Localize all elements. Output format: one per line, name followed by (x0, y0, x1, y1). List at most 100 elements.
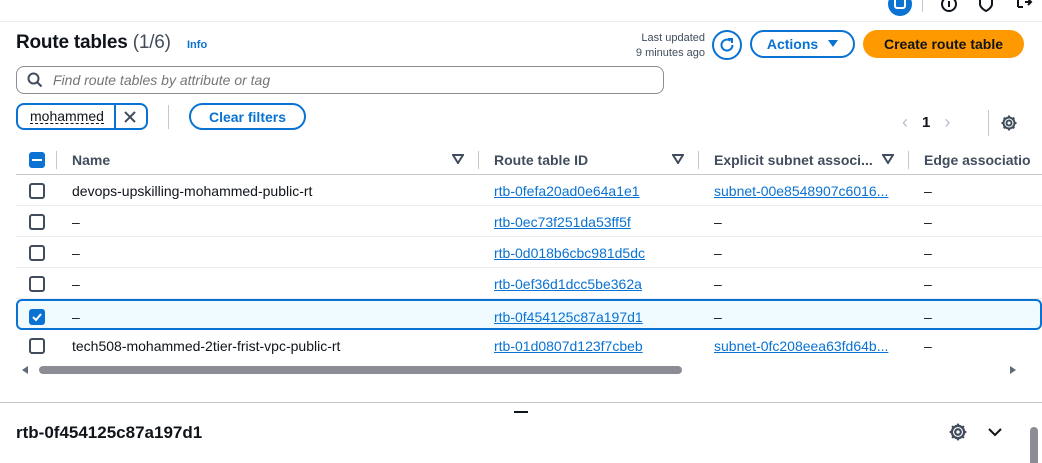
row-edge: – (924, 337, 932, 354)
panel-toggle-icon[interactable] (888, 0, 912, 16)
previous-page-icon[interactable]: ‹ (902, 112, 908, 133)
scroll-right-icon[interactable] (1010, 366, 1016, 374)
gear-icon (1001, 115, 1017, 131)
detail-title: rtb-0f454125c87a197d1 (16, 423, 203, 442)
row-name: tech508-mohammed-2tier-frist-vpc-public-… (72, 337, 341, 354)
filter-divider (168, 105, 169, 129)
create-route-table-button[interactable]: Create route table (863, 30, 1024, 58)
table-row-selected[interactable]: – rtb-0f454125c87a197d1 – – (16, 299, 1042, 330)
row-subnet: – (714, 213, 722, 230)
pagination: ‹ 1 › (902, 112, 950, 133)
column-subnet-label: Explicit subnet associ... (714, 152, 873, 168)
search-field[interactable] (16, 66, 664, 94)
refresh-button[interactable] (712, 30, 742, 60)
row-edge: – (924, 244, 932, 261)
table-settings-button[interactable] (1000, 114, 1018, 137)
column-header-edge[interactable]: Edge associatio (924, 145, 1042, 175)
row-name: devops-upskilling-mohammed-public-rt (72, 182, 313, 199)
security-icon[interactable] (974, 0, 998, 16)
row-subnet: – (714, 275, 722, 292)
split-settings-button[interactable] (948, 422, 968, 447)
route-table-id-link[interactable]: rtb-01d0807d123f7cbeb (494, 330, 694, 361)
column-header-name[interactable]: Name (72, 145, 467, 175)
column-header-explicit-subnet[interactable]: Explicit subnet associ... (714, 145, 900, 175)
chevron-down-icon (988, 428, 1002, 437)
row-name: – (72, 308, 80, 325)
scrollbar-thumb[interactable] (39, 366, 682, 374)
search-input[interactable] (51, 71, 631, 89)
filter-token[interactable]: mohammed (16, 103, 148, 130)
last-updated-label: Last updated (641, 32, 705, 44)
actions-label: Actions (766, 36, 819, 52)
info-circle-icon[interactable] (937, 0, 961, 16)
route-tables-table: Name Route table ID Explicit subnet asso… (16, 145, 1042, 361)
row-checkbox[interactable] (29, 275, 45, 292)
table-row[interactable]: – rtb-0d018b6cbc981d5dc – – (16, 237, 1042, 268)
row-name: – (72, 275, 80, 292)
close-icon (124, 110, 136, 123)
toolbar-divider (922, 0, 923, 12)
row-checkbox[interactable] (29, 244, 45, 261)
row-edge: – (924, 308, 932, 325)
row-checkbox[interactable] (29, 308, 45, 325)
row-checkbox[interactable] (29, 337, 45, 354)
collapse-panel-button[interactable] (985, 422, 1005, 447)
filter-token-label[interactable]: mohammed (18, 105, 116, 128)
row-checkbox[interactable] (29, 182, 45, 199)
subnet-link[interactable]: subnet-0fc208eea63fd64b... (714, 330, 894, 361)
scroll-left-icon[interactable] (22, 366, 28, 374)
row-checkbox[interactable] (29, 213, 45, 230)
actions-button[interactable]: Actions (750, 30, 855, 58)
filter-token-text: mohammed (30, 108, 104, 124)
refresh-icon (720, 38, 734, 52)
route-table-id-link[interactable]: rtb-0ef36d1dcc5be362a (494, 268, 694, 299)
route-table-id-link[interactable]: rtb-0d018b6cbc981d5dc (494, 237, 694, 268)
table-row[interactable]: devops-upskilling-mohammed-public-rt rtb… (16, 175, 1042, 206)
column-divider (698, 151, 699, 169)
next-page-icon[interactable]: › (944, 112, 950, 133)
table-row[interactable]: – rtb-0ef36d1dcc5be362a – – (16, 268, 1042, 299)
last-updated: Last updated 9 minutes ago (636, 31, 705, 61)
column-rtb-label: Route table ID (494, 152, 589, 168)
sort-caret-icon (882, 154, 894, 164)
top-toolbar (0, 0, 1042, 22)
gear-icon (949, 423, 967, 441)
route-table-id-link[interactable]: rtb-0f454125c87a197d1 (494, 301, 694, 332)
column-divider (478, 151, 479, 169)
row-edge: – (924, 213, 932, 230)
subnet-link[interactable]: subnet-00e8548907c6016... (714, 175, 894, 206)
row-subnet: – (714, 244, 722, 261)
row-name: – (72, 244, 80, 261)
column-header-route-table-id[interactable]: Route table ID (494, 145, 691, 175)
vertical-scrollbar[interactable] (1030, 427, 1038, 463)
page-title-text: Route tables (16, 32, 128, 53)
split-view-icon[interactable] (1012, 0, 1036, 16)
info-link[interactable]: Info (187, 39, 207, 51)
page-title: Route tables (1/6) (16, 32, 171, 54)
sort-caret-icon (452, 154, 464, 164)
row-subnet: – (714, 308, 722, 325)
route-table-id-link[interactable]: rtb-0ec73f251da53ff5f (494, 206, 694, 237)
column-name-label: Name (72, 152, 111, 168)
pager-divider (988, 110, 989, 136)
table-row[interactable]: tech508-mohammed-2tier-frist-vpc-public-… (16, 330, 1042, 361)
route-tables-panel: Route tables (1/6) Info Last updated 9 m… (0, 22, 1042, 402)
row-edge: – (924, 182, 932, 199)
caret-down-icon (828, 40, 839, 47)
clear-filters-button[interactable]: Clear filters (189, 103, 306, 130)
column-edge-label: Edge associatio (924, 152, 1031, 168)
current-page[interactable]: 1 (922, 114, 930, 131)
selection-count: (1/6) (132, 32, 171, 53)
table-row[interactable]: – rtb-0ec73f251da53ff5f – – (16, 206, 1042, 237)
resize-handle[interactable] (514, 411, 528, 413)
horizontal-scrollbar[interactable] (16, 362, 1026, 378)
select-all-checkbox[interactable] (29, 145, 45, 175)
route-table-id-link[interactable]: rtb-0fefa20ad0e64a1e1 (494, 175, 694, 206)
detail-split-panel: rtb-0f454125c87a197d1 (0, 402, 1042, 463)
checkmark-icon (32, 312, 42, 321)
last-updated-time: 9 minutes ago (635, 47, 705, 59)
remove-token-button[interactable] (116, 105, 144, 128)
sort-caret-icon (672, 154, 684, 164)
row-name: – (72, 213, 80, 230)
row-edge: – (924, 275, 932, 292)
